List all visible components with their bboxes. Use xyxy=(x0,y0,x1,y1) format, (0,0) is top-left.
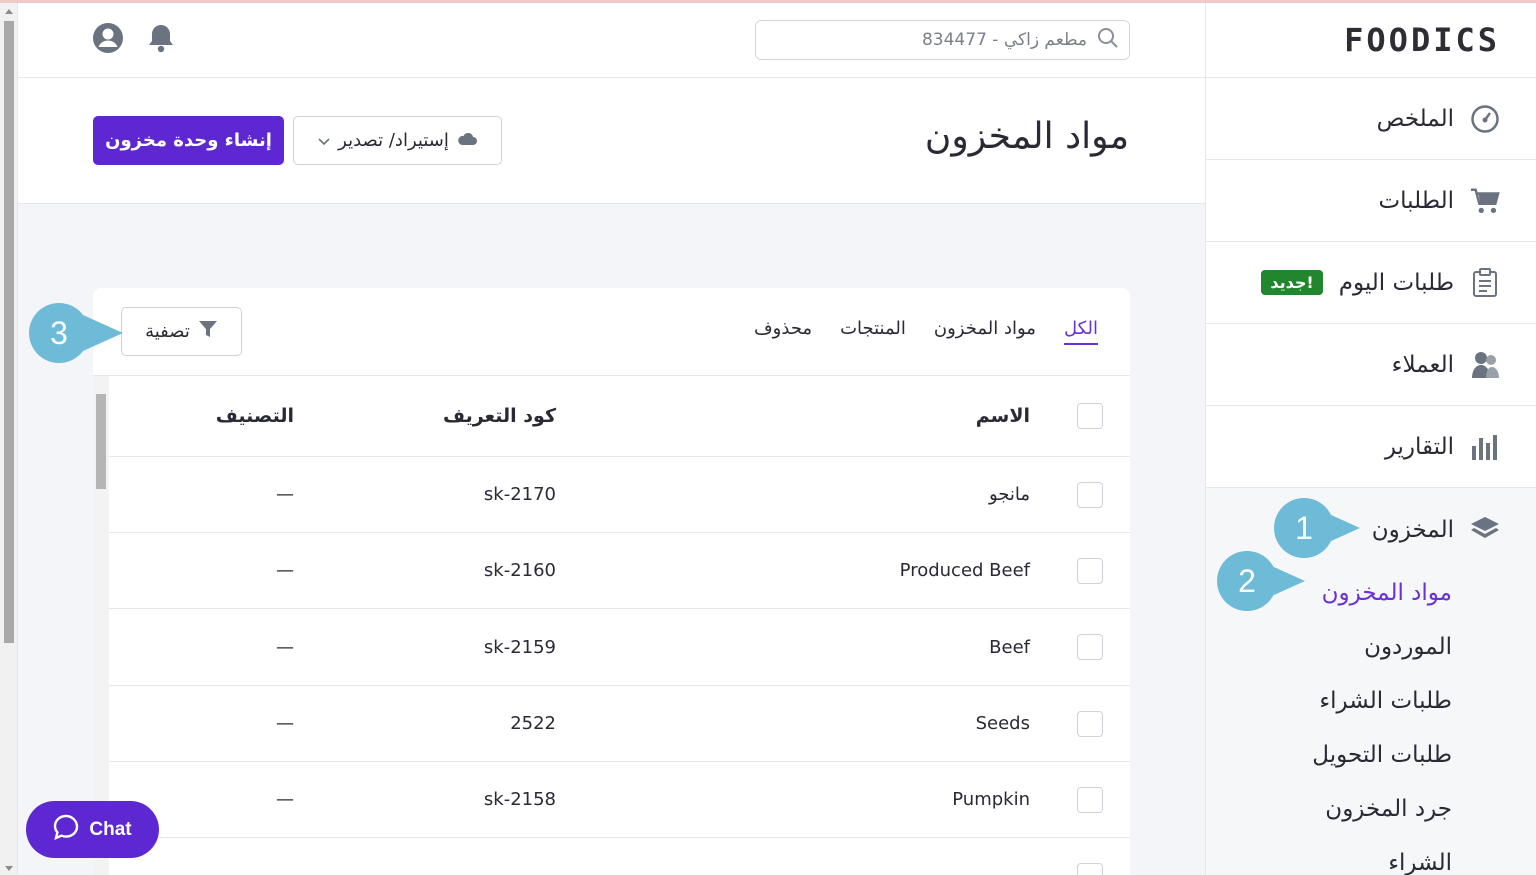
table-header-row: الاسم كود التعريف التصنيف xyxy=(109,376,1130,457)
account-icon[interactable] xyxy=(91,21,125,55)
bell-icon[interactable] xyxy=(144,21,178,55)
sidebar-group-inventory: المخزون مواد المخزون الموردون طلبات الشر… xyxy=(1206,488,1536,875)
sidebar-subitem-inventory-count[interactable]: جرد المخزون xyxy=(1206,782,1536,836)
tab-products[interactable]: المنتجات xyxy=(840,318,906,345)
row-category: — xyxy=(276,789,294,810)
window-scrollbar[interactable] xyxy=(0,3,18,875)
create-inventory-item-button[interactable]: إنشاء وحدة مخزون xyxy=(93,116,284,165)
select-all-checkbox[interactable] xyxy=(1077,403,1103,429)
filter-button[interactable]: تصفية xyxy=(121,307,242,356)
filter-tabs: الكل مواد المخزون المنتجات محذوف xyxy=(754,318,1098,345)
sidebar-item-orders[interactable]: الطلبات xyxy=(1206,160,1536,242)
column-header-name[interactable]: الاسم xyxy=(976,376,1030,456)
table-row[interactable]: Pumpkin sk-2158 — xyxy=(109,762,1130,838)
sidebar-subitem-transfer-orders[interactable]: طلبات التحويل xyxy=(1206,728,1536,782)
table-row[interactable]: Beef sk-2159 — xyxy=(109,609,1130,686)
inventory-items-card: الكل مواد المخزون المنتجات محذوف تصفية ا… xyxy=(93,288,1130,875)
row-checkbox[interactable] xyxy=(1077,634,1103,660)
sidebar-item-label: طلبات اليوم xyxy=(1338,269,1454,296)
import-export-button[interactable]: إستيراد/ تصدير xyxy=(293,116,502,165)
cloud-icon xyxy=(457,130,477,151)
tab-deleted[interactable]: محذوف xyxy=(754,318,812,345)
inventory-table: الاسم كود التعريف التصنيف مانجو sk-2170 … xyxy=(93,375,1130,875)
table-row[interactable]: vinger 348 xyxy=(109,838,1130,875)
row-name: مانجو xyxy=(988,484,1030,505)
search-icon xyxy=(1097,27,1119,53)
scroll-up-arrow-icon[interactable] xyxy=(5,9,13,14)
row-code: sk-2170 xyxy=(483,484,556,505)
sidebar-item-label: المخزون xyxy=(1371,517,1454,543)
chevron-down-icon xyxy=(318,130,330,151)
clipboard-icon xyxy=(1470,267,1500,298)
column-header-category[interactable]: التصنيف xyxy=(216,376,294,456)
sidebar-subitem-purchase-orders[interactable]: طلبات الشراء xyxy=(1206,674,1536,728)
new-badge: جديد! xyxy=(1261,270,1323,295)
row-category: — xyxy=(276,713,294,734)
row-checkbox[interactable] xyxy=(1077,481,1103,508)
customers-icon xyxy=(1470,350,1500,380)
funnel-icon xyxy=(198,320,218,343)
sidebar-item-label: الملخص xyxy=(1376,105,1454,132)
row-code: sk-2159 xyxy=(483,636,556,658)
bar-chart-icon xyxy=(1470,432,1500,462)
scroll-down-arrow-icon[interactable] xyxy=(5,866,13,871)
row-checkbox[interactable] xyxy=(1077,710,1103,737)
tab-all[interactable]: الكل xyxy=(1063,318,1098,345)
chat-button[interactable]: Chat xyxy=(26,801,159,858)
column-header-code[interactable]: كود التعريف xyxy=(443,376,556,456)
row-category: — xyxy=(276,560,294,581)
sidebar-item-reports[interactable]: التقارير xyxy=(1206,406,1536,488)
chat-label: Chat xyxy=(89,818,132,840)
sidebar-subitem-purchasing[interactable]: الشراء xyxy=(1206,836,1536,875)
row-code: 2522 xyxy=(510,713,556,734)
dashboard-gauge-icon xyxy=(1470,104,1500,134)
table-row[interactable]: Produced Beef sk-2160 — xyxy=(109,533,1130,609)
sidebar-item-dashboard[interactable]: الملخص xyxy=(1206,78,1536,160)
sidebar: FOODICS الملخص الطلبات طلبات اليوم جديد!… xyxy=(1205,3,1536,875)
row-name: Pumpkin xyxy=(952,789,1030,810)
import-export-label: إستيراد/ تصدير xyxy=(338,130,449,151)
brand-logo[interactable]: FOODICS xyxy=(1206,3,1536,78)
row-checkbox[interactable] xyxy=(1077,786,1103,813)
page-header: مواد المخزون إستيراد/ تصدير إنشاء وحدة م… xyxy=(18,78,1205,204)
row-name: Seeds xyxy=(975,713,1030,734)
sidebar-item-label: العملاء xyxy=(1391,351,1454,378)
callout-number: 2 xyxy=(1217,551,1277,611)
page-title: مواد المخزون xyxy=(924,116,1129,157)
search-input[interactable] xyxy=(767,30,1087,50)
branch-search[interactable] xyxy=(755,20,1130,60)
row-category: — xyxy=(276,636,294,658)
layers-icon xyxy=(1470,515,1500,545)
filter-label: تصفية xyxy=(145,321,190,342)
row-name: Beef xyxy=(989,636,1030,658)
row-code: sk-2158 xyxy=(483,789,556,810)
sidebar-item-label: الطلبات xyxy=(1378,187,1454,214)
sidebar-item-today-orders[interactable]: طلبات اليوم جديد! xyxy=(1206,242,1536,324)
callout-tail xyxy=(83,315,123,351)
table-row[interactable]: Seeds 2522 — xyxy=(109,686,1130,762)
scrollbar-thumb[interactable] xyxy=(4,21,14,643)
callout-number: 3 xyxy=(29,303,89,363)
callout-2: 2 xyxy=(1213,551,1313,611)
callout-3: 3 xyxy=(27,303,127,363)
table-scrollbar-thumb[interactable] xyxy=(96,394,106,489)
callout-number: 1 xyxy=(1274,498,1334,558)
cart-icon xyxy=(1470,186,1500,216)
tab-inventory-items[interactable]: مواد المخزون xyxy=(934,318,1036,345)
chat-bubble-icon xyxy=(53,814,79,846)
sidebar-subitem-suppliers[interactable]: الموردون xyxy=(1206,620,1536,674)
top-header xyxy=(18,3,1205,78)
row-checkbox[interactable] xyxy=(1077,863,1103,875)
sidebar-item-label: التقارير xyxy=(1384,433,1454,460)
callout-1: 1 xyxy=(1268,498,1368,558)
row-name: Produced Beef xyxy=(899,560,1030,581)
row-checkbox[interactable] xyxy=(1077,557,1103,584)
table-row[interactable]: مانجو sk-2170 — xyxy=(109,457,1130,533)
row-category: — xyxy=(276,484,294,505)
sidebar-item-customers[interactable]: العملاء xyxy=(1206,324,1536,406)
row-code: sk-2160 xyxy=(483,560,556,581)
